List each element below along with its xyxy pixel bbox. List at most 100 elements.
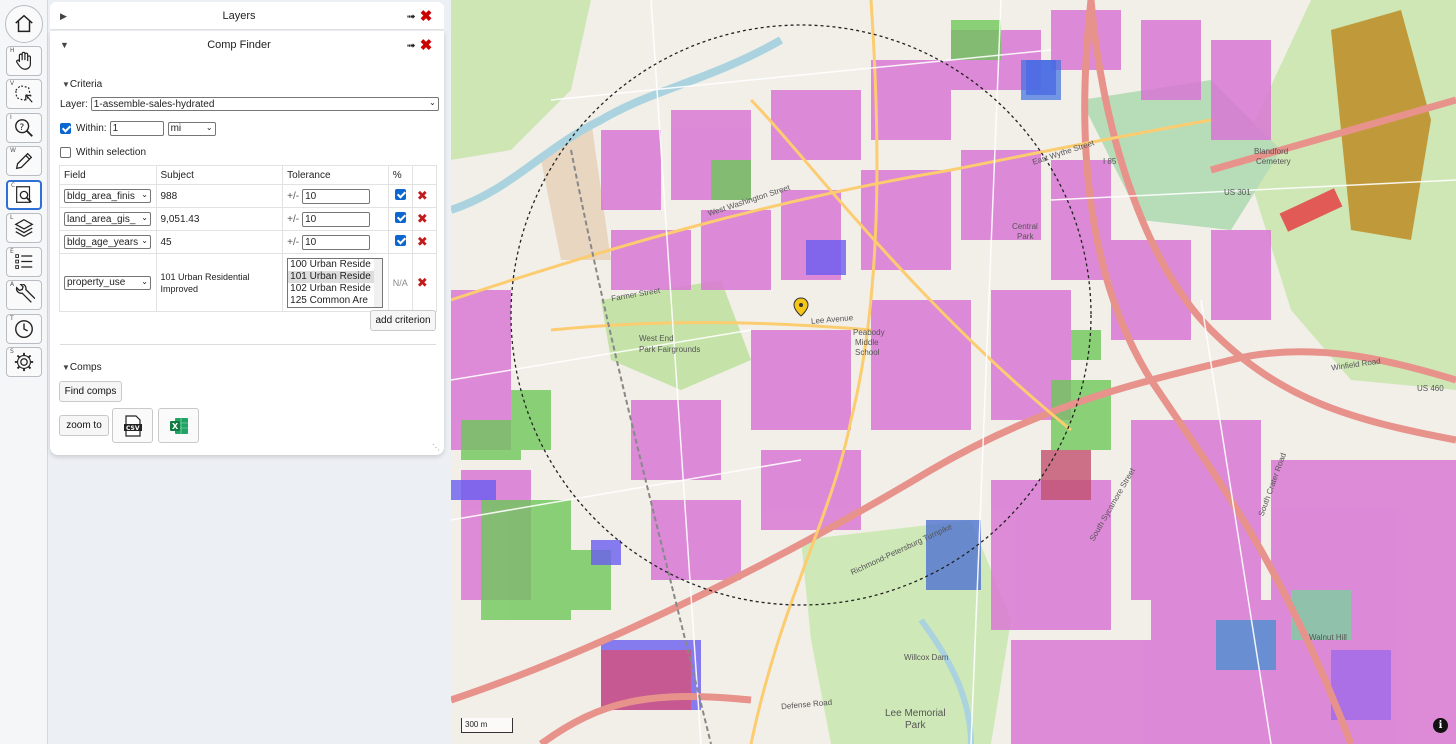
resize-handle-icon[interactable]: ⋱	[432, 443, 440, 452]
table-header-row: Field Subject Tolerance %	[59, 165, 438, 185]
within-distance-input[interactable]: 1	[109, 121, 164, 136]
identify-icon: ?	[15, 119, 33, 137]
map-label: I 85	[1103, 157, 1117, 166]
export-csv-button[interactable]: CSV	[112, 408, 153, 443]
table-row: bldg_area_finis ⌄ 988 +/- 10 ✖	[59, 184, 438, 208]
layer-select[interactable]: 1-assemble-sales-hydrated ⌄	[90, 97, 439, 111]
within-row: Within: 1 mi ⌄	[60, 121, 216, 136]
remove-criterion-icon[interactable]: ✖	[411, 207, 438, 231]
property-use-listbox[interactable]: 100 Urban Reside 101 Urban Reside 102 Ur…	[287, 257, 384, 308]
pin-icon[interactable]: ➟	[404, 10, 418, 23]
subject-value: 988	[155, 184, 284, 208]
field-select[interactable]: land_area_gis_ ⌄	[64, 212, 151, 226]
expand-triangle-icon[interactable]: ▶	[60, 11, 74, 22]
field-select-value: property_use	[67, 277, 126, 288]
legend-button[interactable]: E	[6, 247, 42, 277]
list-item[interactable]: 101 Urban Reside	[288, 270, 383, 283]
hotkey-label: C	[11, 182, 16, 189]
select-area-button[interactable]: V	[6, 79, 42, 109]
criteria-heading[interactable]: ▼Criteria	[62, 79, 102, 90]
field-select[interactable]: bldg_area_finis ⌄	[64, 189, 151, 203]
svg-text:?: ?	[19, 122, 24, 133]
percent-checkbox[interactable]	[394, 189, 406, 200]
zoom-to-button[interactable]: zoom to	[59, 415, 109, 436]
table-row: property_use ⌄ 101 Urban Residential Impro…	[59, 253, 438, 312]
map-label: Central	[1012, 222, 1038, 231]
layers-panel: ▶ Layers ➟ ✖	[50, 2, 444, 30]
time-button[interactable]: T	[6, 314, 42, 344]
layers-panel-title[interactable]: Layers	[74, 10, 404, 22]
subject-line: 101 Urban Residential	[160, 271, 250, 282]
chevron-down-icon: ⌄	[205, 122, 213, 132]
export-excel-button[interactable]: X	[158, 408, 199, 443]
settings-button[interactable]: S	[6, 347, 42, 377]
layer-select-value: 1-assemble-sales-hydrated	[93, 98, 215, 110]
zoom-to-label: zoom to	[66, 420, 102, 431]
gear-icon	[14, 352, 34, 372]
percent-checkbox[interactable]	[394, 212, 406, 223]
remove-criterion-icon[interactable]: ✖	[411, 184, 438, 208]
remove-criterion-icon[interactable]: ✖	[411, 230, 438, 254]
within-label: Within:	[76, 123, 107, 134]
remove-criterion-icon[interactable]: ✖	[411, 253, 438, 312]
subject-value: 45	[155, 230, 284, 254]
tools-button[interactable]: A	[6, 280, 42, 310]
layers-icon	[14, 219, 34, 237]
comp-finder-button[interactable]: C	[6, 180, 42, 210]
tolerance-prefix: +/-	[287, 236, 300, 248]
tolerance-input[interactable]: 10	[302, 234, 371, 250]
draw-button[interactable]: W	[6, 146, 42, 176]
map-view[interactable]: West End Park Fairgrounds Lee Memorial P…	[451, 0, 1456, 744]
hotkey-label: S	[10, 348, 14, 355]
select-area-icon	[15, 85, 33, 103]
comp-finder-title[interactable]: Comp Finder	[74, 39, 404, 51]
within-selection-checkbox[interactable]	[60, 147, 71, 158]
hotkey-label: I	[10, 114, 12, 121]
close-icon[interactable]: ✖	[418, 7, 434, 25]
within-selection-row: Within selection	[60, 147, 146, 158]
map-label: Walnut Hill	[1309, 633, 1347, 642]
close-icon[interactable]: ✖	[418, 36, 434, 54]
find-comps-button[interactable]: Find comps	[59, 381, 122, 402]
attribution-info-icon[interactable]: i	[1433, 718, 1448, 733]
pin-icon[interactable]: ➟	[404, 39, 418, 52]
chevron-down-icon: ⌄	[141, 213, 148, 222]
wrench-icon	[15, 284, 35, 303]
tolerance-input[interactable]: 10	[302, 211, 371, 227]
map-label: Park	[1017, 232, 1034, 241]
pan-tool-button[interactable]: H	[6, 46, 42, 76]
layer-label: Layer:	[60, 98, 88, 110]
field-select[interactable]: bldg_age_years ⌄	[64, 235, 151, 249]
list-item[interactable]: 100 Urban Reside	[288, 259, 382, 271]
hotkey-label: L	[10, 214, 14, 221]
identify-button[interactable]: I ?	[6, 113, 42, 143]
field-select[interactable]: property_use ⌄	[64, 275, 151, 290]
within-unit-select[interactable]: mi ⌄	[167, 121, 216, 136]
info-glyph: i	[1438, 720, 1443, 731]
list-item[interactable]: 102 Urban Reside	[288, 283, 382, 295]
percent-checkbox[interactable]	[394, 235, 406, 246]
map-label: Park	[905, 720, 926, 731]
within-checkbox[interactable]	[60, 123, 71, 134]
tolerance-value: 10	[305, 236, 317, 248]
collapse-triangle-icon: ▼	[62, 363, 70, 372]
home-button[interactable]	[5, 5, 43, 43]
tolerance-input[interactable]: 10	[302, 188, 371, 204]
scrollbar[interactable]	[374, 258, 383, 307]
excel-file-icon: X	[169, 417, 188, 434]
pencil-icon	[15, 152, 33, 170]
layers-button[interactable]: L	[6, 213, 42, 243]
hotkey-label: V	[10, 80, 15, 87]
map-canvas[interactable]	[451, 0, 1456, 744]
within-distance-value: 1	[112, 123, 119, 134]
tolerance-header: Tolerance	[282, 165, 389, 185]
map-label: School	[855, 348, 880, 357]
add-criterion-button[interactable]: add criterion	[370, 310, 436, 331]
pan-hand-icon	[16, 51, 32, 70]
collapse-triangle-icon[interactable]: ▼	[60, 40, 74, 50]
chevron-down-icon: ⌄	[141, 190, 148, 199]
comps-heading[interactable]: ▼Comps	[62, 362, 102, 373]
home-icon	[15, 14, 33, 33]
chevron-down-icon: ⌄	[141, 276, 148, 286]
list-item[interactable]: 125 Common Are	[288, 295, 382, 307]
